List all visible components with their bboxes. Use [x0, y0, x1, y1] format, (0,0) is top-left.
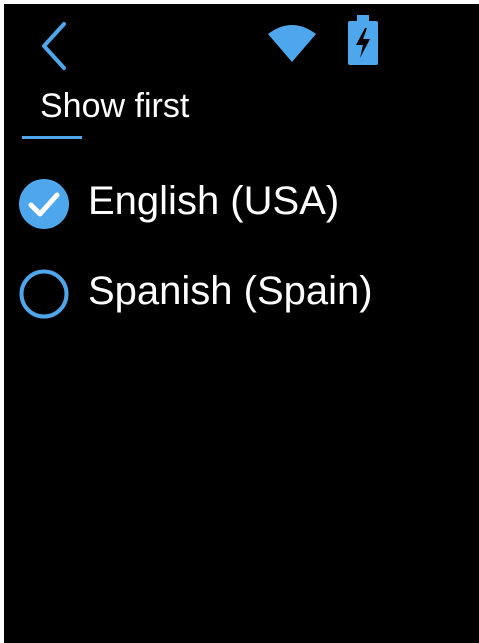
- back-button[interactable]: [36, 20, 74, 72]
- screen: Show first English (USA) Spanish (Spain): [4, 4, 479, 643]
- title-underline: [22, 136, 82, 139]
- option-label: English (USA): [88, 179, 340, 223]
- page-title: Show first: [40, 87, 190, 125]
- option-label: Spanish (Spain): [88, 269, 373, 313]
- option-spanish-spain[interactable]: Spanish (Spain): [18, 262, 458, 320]
- radio-unchecked-icon: [18, 268, 70, 320]
- option-english-usa[interactable]: English (USA): [18, 172, 458, 230]
- radio-checked-icon: [18, 178, 70, 230]
- wifi-icon: [266, 22, 318, 64]
- battery-charging-icon: [346, 14, 380, 66]
- chevron-left-icon: [42, 22, 66, 70]
